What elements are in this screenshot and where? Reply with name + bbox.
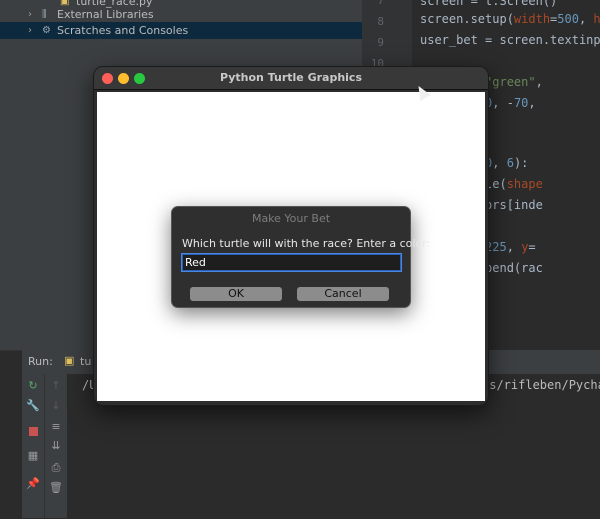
dialog-title: Make Your Bet <box>251 212 331 225</box>
scratches-icon: ⚙ <box>42 25 51 36</box>
soft-wrap-icon[interactable]: ≡ <box>48 419 64 435</box>
pin-icon[interactable]: 📌 <box>25 476 41 492</box>
rerun-icon[interactable]: ↻ <box>25 378 41 394</box>
run-toolbar: ↻ 🔧 ▦ 📌 <box>22 374 45 518</box>
trash-icon[interactable]: 🗑 <box>48 480 64 496</box>
run-tab[interactable]: turtle_race <box>80 355 92 368</box>
run-toolbar-secondary: ↑ ↓ ≡ ⇊ ⎙ 🗑 <box>45 374 67 518</box>
code-line: user_bet = screen.textinpu <box>420 33 600 47</box>
python-file-icon: ▣ <box>64 354 75 367</box>
bet-input[interactable] <box>182 254 401 271</box>
ok-button[interactable]: OK <box>190 287 282 301</box>
line-number: 7 <box>377 0 384 7</box>
project-tree-item[interactable]: › ⚙ Scratches and Consoles <box>0 22 362 39</box>
line-number: 8 <box>377 15 384 28</box>
scroll-to-end-icon[interactable]: ⇊ <box>48 438 64 454</box>
run-label: Run: <box>28 355 53 368</box>
cancel-button[interactable]: Cancel <box>297 287 389 301</box>
chevron-right-icon[interactable]: › <box>28 22 32 39</box>
library-icon: ⫼ <box>42 9 47 20</box>
window-title: Python Turtle Graphics <box>219 71 363 84</box>
console-output-path: rs/rifleben/Pycha <box>482 378 600 392</box>
project-tree-item[interactable]: › ⫼ External Libraries <box>0 6 362 23</box>
line-number: 9 <box>377 36 384 49</box>
arrow-up-icon[interactable]: ↑ <box>48 378 64 394</box>
dialog-prompt: Which turtle will with the race? Enter a… <box>182 237 431 250</box>
stop-icon[interactable] <box>25 424 41 440</box>
wrench-icon[interactable]: 🔧 <box>25 398 41 414</box>
bet-dialog: Make Your Bet Which turtle will with the… <box>171 206 430 308</box>
code-line: screen = t.Screen() <box>420 0 558 8</box>
chevron-right-icon[interactable]: › <box>28 6 32 23</box>
turtle-titlebar[interactable]: Python Turtle Graphics <box>94 67 488 90</box>
print-icon[interactable]: ⎙ <box>48 460 64 476</box>
layout-icon[interactable]: ▦ <box>25 448 41 464</box>
code-line: screen.setup(width=500, he <box>420 12 600 26</box>
arrow-down-icon[interactable]: ↓ <box>48 398 64 414</box>
